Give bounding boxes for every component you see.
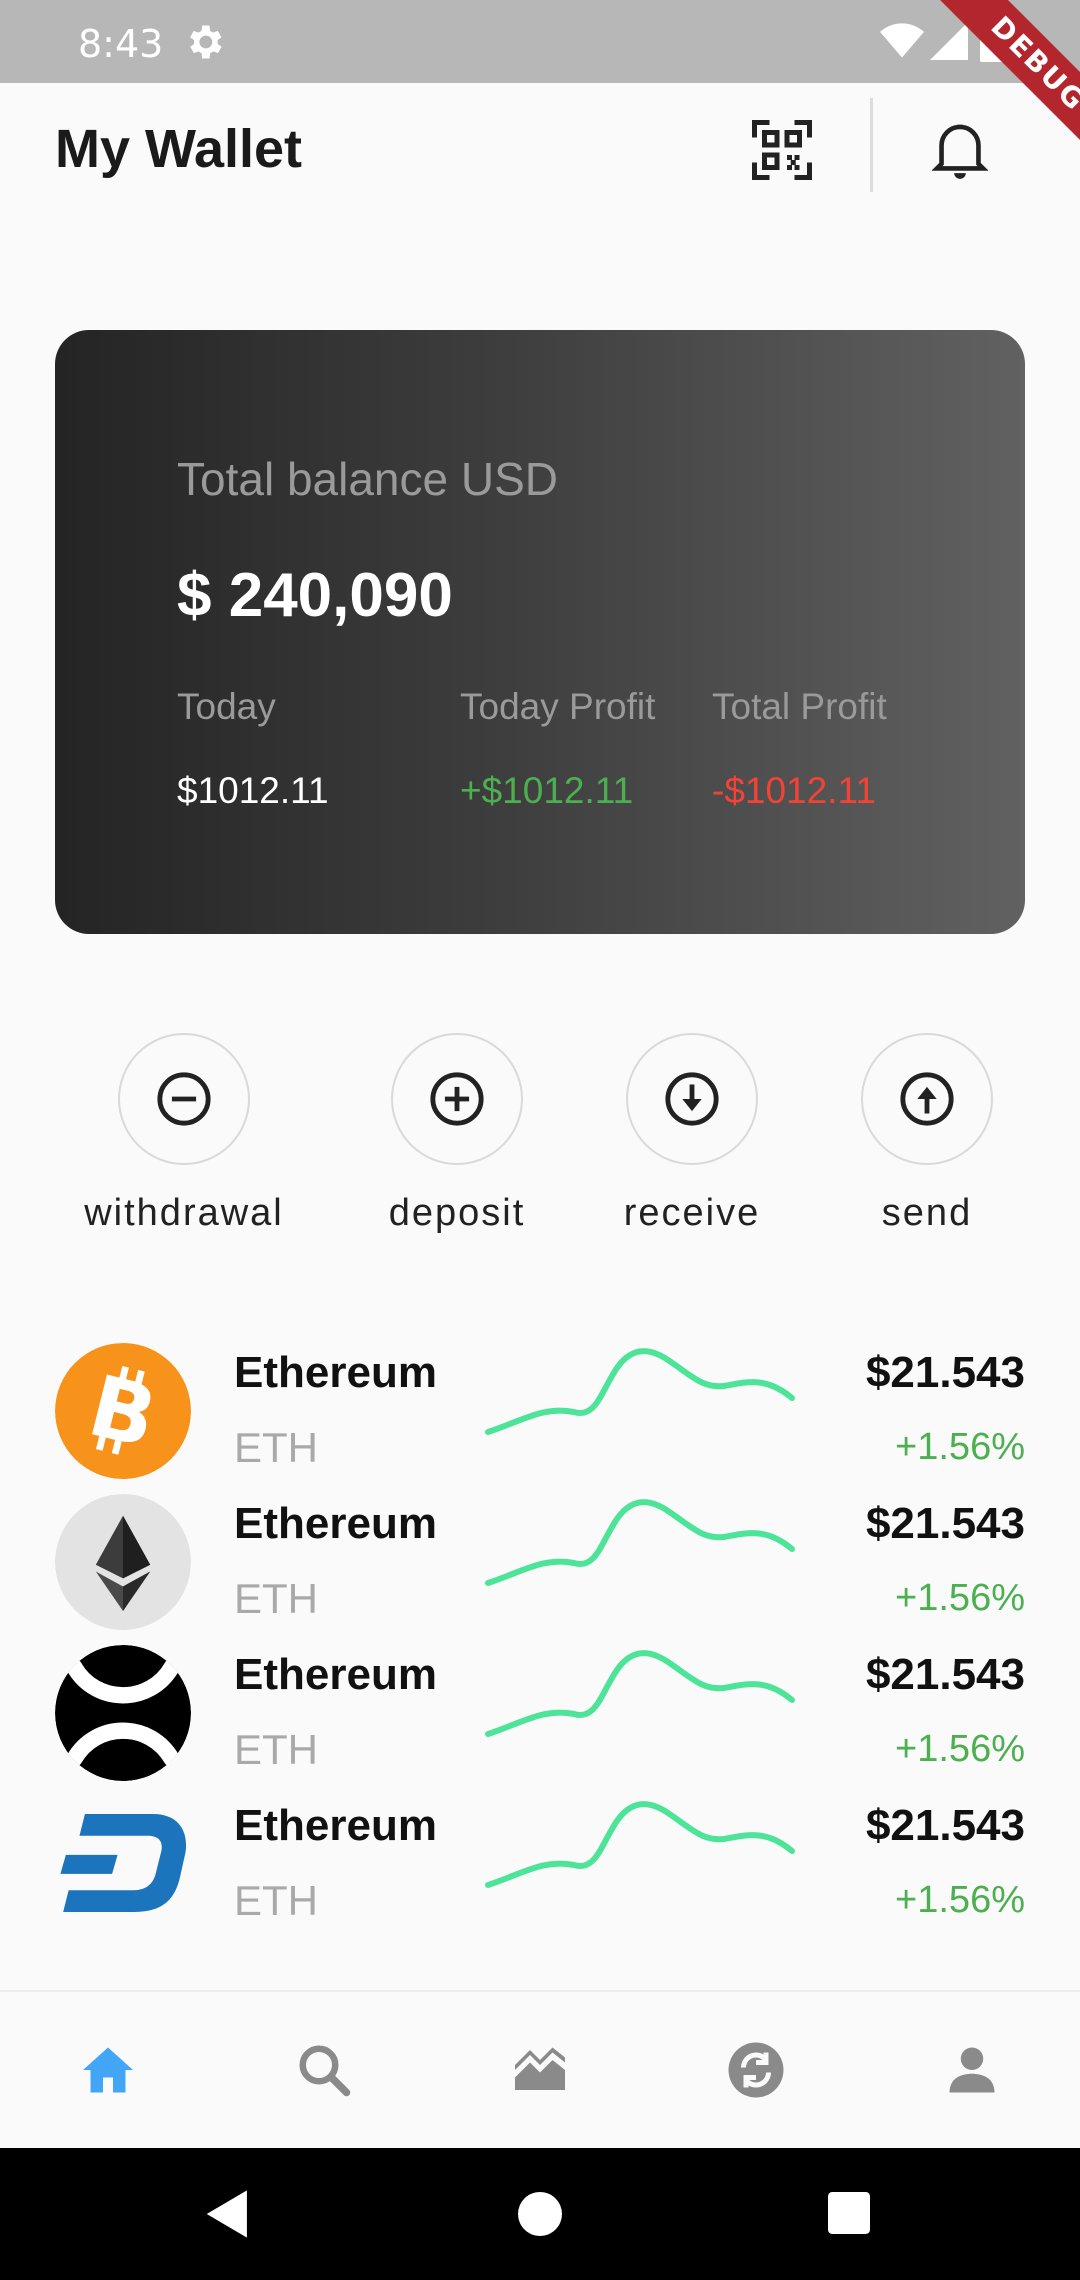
chart-icon[interactable] xyxy=(510,2040,570,2100)
coin-name: Ethereum xyxy=(234,1650,437,1699)
stat-today-profit-label: Today Profit xyxy=(460,686,656,727)
bitcoin-logo-icon: B xyxy=(55,1343,191,1479)
notification-bell-icon[interactable] xyxy=(932,120,988,180)
send-label: send xyxy=(881,1192,973,1234)
status-time: 8:43 xyxy=(78,22,164,66)
coin-sparkline xyxy=(485,1348,795,1435)
exchange-icon[interactable] xyxy=(726,2040,786,2100)
page-title: My Wallet xyxy=(55,119,303,179)
home-nav-icon[interactable] xyxy=(518,2192,562,2236)
xrp-logo-icon xyxy=(55,1645,191,1781)
stat-total-profit-value: -$1012.11 xyxy=(712,770,876,811)
qr-scan-icon[interactable] xyxy=(752,120,812,180)
minus-circle-icon xyxy=(157,1072,211,1126)
coin-name: Ethereum xyxy=(234,1801,437,1850)
balance-amount: $ 240,090 xyxy=(177,561,453,630)
arrow-down-circle-icon xyxy=(665,1072,719,1126)
coin-change: +1.56% xyxy=(895,1879,1025,1921)
dash-logo-icon xyxy=(60,1814,187,1912)
coin-symbol: ETH xyxy=(234,1424,318,1471)
coin-price: $21.543 xyxy=(865,1801,1025,1850)
balance-card xyxy=(55,330,1025,934)
stat-today-value: $1012.11 xyxy=(177,770,329,811)
ethereum-logo-icon xyxy=(55,1494,191,1630)
recents-icon[interactable] xyxy=(828,2192,870,2234)
balance-label: Total balance USD xyxy=(177,453,558,505)
back-icon[interactable] xyxy=(204,2188,252,2240)
profile-icon[interactable] xyxy=(942,2040,1002,2100)
withdrawal-button[interactable] xyxy=(118,1033,250,1165)
coin-change: +1.56% xyxy=(895,1426,1025,1468)
coin-price: $21.543 xyxy=(865,1348,1025,1397)
coin-change: +1.56% xyxy=(895,1728,1025,1770)
deposit-label: deposit xyxy=(388,1192,526,1234)
coin-price: $21.543 xyxy=(865,1650,1025,1699)
withdrawal-label: withdrawal xyxy=(84,1192,284,1234)
coin-sparkline xyxy=(485,1499,795,1586)
home-icon[interactable] xyxy=(78,2040,138,2100)
coin-symbol: ETH xyxy=(234,1575,318,1622)
coin-name: Ethereum xyxy=(234,1499,437,1548)
settings-gear-icon xyxy=(190,25,222,59)
receive-label: receive xyxy=(623,1192,761,1234)
coin-sparkline xyxy=(485,1801,795,1888)
search-icon[interactable] xyxy=(294,2040,354,2100)
signal-icon xyxy=(930,22,968,60)
coin-sparkline xyxy=(485,1650,795,1737)
stat-today-profit-value: +$1012.11 xyxy=(460,770,634,811)
wifi-icon xyxy=(880,23,924,58)
header-divider xyxy=(870,98,873,192)
send-button[interactable] xyxy=(861,1033,993,1165)
coin-symbol: ETH xyxy=(234,1877,318,1924)
plus-circle-icon xyxy=(430,1072,484,1126)
arrow-up-circle-icon xyxy=(900,1072,954,1126)
receive-button[interactable] xyxy=(626,1033,758,1165)
stat-total-profit-label: Total Profit xyxy=(712,686,887,727)
coin-change: +1.56% xyxy=(895,1577,1025,1619)
stat-today-label: Today xyxy=(177,686,276,727)
coin-name: Ethereum xyxy=(234,1348,437,1397)
coin-price: $21.543 xyxy=(865,1499,1025,1548)
deposit-button[interactable] xyxy=(391,1033,523,1165)
coin-symbol: ETH xyxy=(234,1726,318,1773)
